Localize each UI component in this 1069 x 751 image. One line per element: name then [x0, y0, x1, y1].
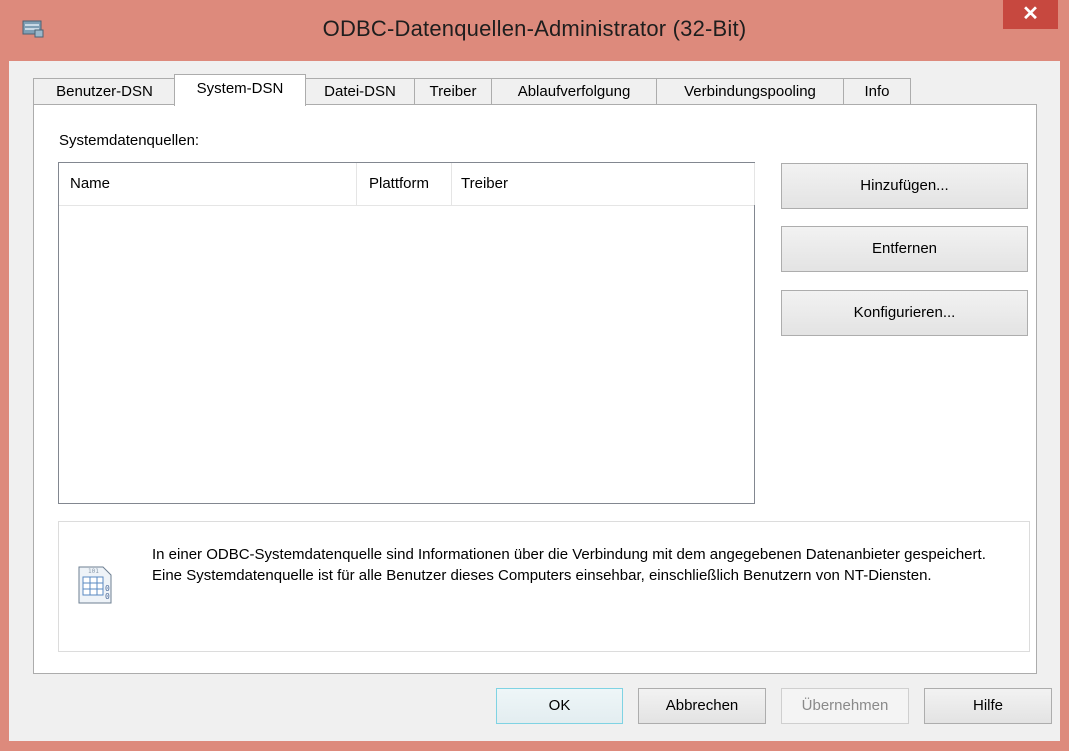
column-name[interactable]: Name [70, 163, 110, 205]
help-button[interactable]: Hilfe [924, 688, 1052, 724]
tab-verbindungspooling[interactable]: Verbindungspooling [656, 78, 844, 105]
dialog-client-area: Benutzer-DSN System-DSN Datei-DSN Treibe… [9, 61, 1060, 741]
tab-info[interactable]: Info [843, 78, 911, 105]
close-icon: ✕ [1022, 3, 1039, 25]
window-title: ODBC-Datenquellen-Administrator (32-Bit) [322, 16, 747, 41]
column-plattform[interactable]: Plattform [369, 163, 429, 205]
system-dsn-panel: Systemdatenquellen: Name Plattform Treib… [33, 104, 1037, 674]
info-description: In einer ODBC-Systemdatenquelle sind Inf… [152, 546, 986, 584]
system-data-sources-label: Systemdatenquellen: [59, 132, 200, 149]
info-box: 0 0 101 In einer ODBC-Systemdatenquelle … [58, 521, 1030, 652]
data-source-info-icon: 0 0 101 [78, 566, 112, 604]
column-treiber[interactable]: Treiber [461, 163, 508, 205]
tab-treiber[interactable]: Treiber [414, 78, 492, 105]
title-bar[interactable]: ODBC-Datenquellen-Administrator (32-Bit)… [0, 0, 1069, 60]
data-source-list[interactable]: Name Plattform Treiber [58, 162, 755, 504]
apply-button[interactable]: Übernehmen [781, 688, 909, 724]
svg-text:0: 0 [105, 592, 110, 601]
tab-benutzer-dsn[interactable]: Benutzer-DSN [33, 78, 176, 105]
column-divider[interactable] [451, 163, 452, 205]
remove-button[interactable]: Entfernen [781, 226, 1028, 272]
svg-text:101: 101 [88, 568, 99, 575]
list-header: Name Plattform Treiber [59, 163, 755, 206]
tab-system-dsn[interactable]: System-DSN [174, 74, 306, 106]
add-button[interactable]: Hinzufügen... [781, 163, 1028, 209]
odbc-admin-window: ODBC-Datenquellen-Administrator (32-Bit)… [0, 0, 1069, 751]
cancel-button[interactable]: Abbrechen [638, 688, 766, 724]
column-divider[interactable] [754, 163, 755, 205]
ok-button[interactable]: OK [496, 688, 623, 724]
configure-button[interactable]: Konfigurieren... [781, 290, 1028, 336]
close-button[interactable]: ✕ [1003, 0, 1058, 29]
tab-datei-dsn[interactable]: Datei-DSN [305, 78, 415, 105]
column-divider[interactable] [356, 163, 357, 205]
tab-ablaufverfolgung[interactable]: Ablaufverfolgung [491, 78, 657, 105]
